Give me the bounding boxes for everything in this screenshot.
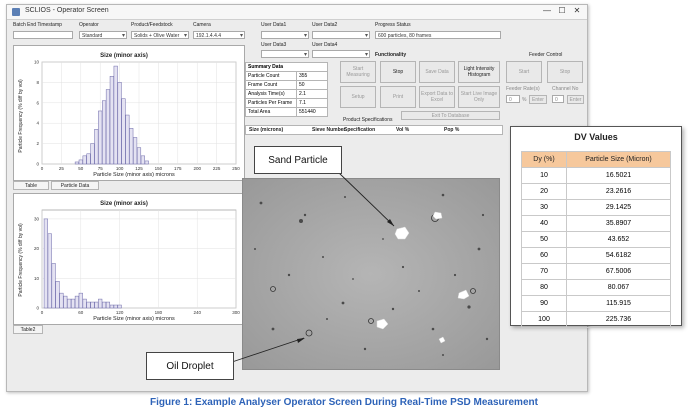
- dv-size-cell: 225.736: [566, 311, 671, 328]
- oil-droplet-callout: Oil Droplet: [146, 352, 234, 380]
- dv-size-cell: 115.915: [566, 295, 671, 312]
- dv-size-cell: 23.2616: [566, 183, 671, 200]
- dv-values-title: DV Values: [574, 132, 618, 142]
- dv-dy-cell: 90: [521, 295, 567, 312]
- oil-callout-line: [231, 337, 305, 363]
- sand-particle-callout: Sand Particle: [254, 146, 342, 174]
- dv-size-cell: 16.5021: [566, 167, 671, 184]
- dv-dy-cell: 100: [521, 311, 567, 328]
- dv-size-cell: 54.6182: [566, 247, 671, 264]
- table-row: 10 16.5021: [521, 167, 671, 184]
- dv-values-panel: DV Values Dy (%) Particle Size (Micron) …: [510, 126, 682, 328]
- dv-size-cell: 67.5006: [566, 263, 671, 280]
- table-row: 100 225.736: [521, 311, 671, 328]
- table-row: 90 115.915: [521, 295, 671, 312]
- dv-col-dy: Dy (%): [521, 151, 567, 168]
- table-row: 70 67.5006: [521, 263, 671, 280]
- table-row: 50 43.652: [521, 231, 671, 248]
- dv-size-cell: 35.8907: [566, 215, 671, 232]
- table-row: 30 29.1425: [521, 199, 671, 216]
- dv-dy-cell: 60: [521, 247, 567, 264]
- table-row: 80 80.067: [521, 279, 671, 296]
- dv-dy-cell: 30: [521, 199, 567, 216]
- oil-callout-arrow: [297, 338, 305, 343]
- dv-size-cell: 80.067: [566, 279, 671, 296]
- dv-dy-cell: 10: [521, 167, 567, 184]
- dv-dy-cell: 50: [521, 231, 567, 248]
- dv-dy-cell: 70: [521, 263, 567, 280]
- figure-caption: Figure 1: Example Analyser Operator Scre…: [150, 397, 538, 408]
- dv-dy-cell: 20: [521, 183, 567, 200]
- dv-dy-cell: 40: [521, 215, 567, 232]
- table-row: 40 35.8907: [521, 215, 671, 232]
- table-row: 20 23.2616: [521, 183, 671, 200]
- dv-size-cell: 43.652: [566, 231, 671, 248]
- dv-dy-cell: 80: [521, 279, 567, 296]
- dv-col-size: Particle Size (Micron): [566, 151, 671, 168]
- sand-callout-line: [337, 171, 395, 227]
- table-row: 60 54.6182: [521, 247, 671, 264]
- dv-values-table: Dy (%) Particle Size (Micron) 10 16.5021 …: [521, 151, 671, 328]
- dv-size-cell: 29.1425: [566, 199, 671, 216]
